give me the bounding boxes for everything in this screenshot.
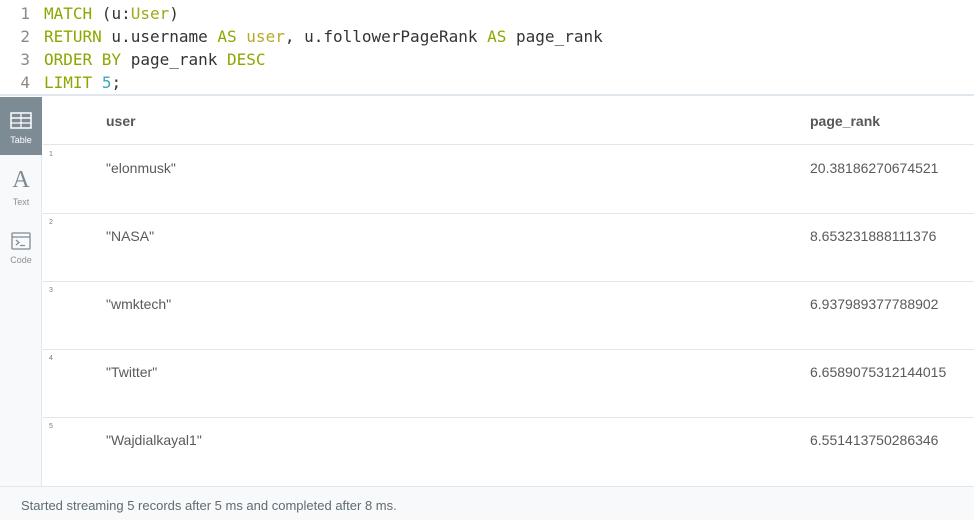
table-row: 5 "Wajdialkayal1" 6.551413750286346	[43, 418, 974, 486]
table-view-button[interactable]: Table	[0, 97, 42, 155]
cell-page-rank: 6.937989377788902	[810, 296, 939, 312]
code-token: 5	[101, 73, 112, 92]
line-number: 4	[20, 73, 30, 92]
status-message: Started streaming 5 records after 5 ms a…	[21, 498, 397, 513]
query-editor[interactable]: 1 MATCH (u:User) 2 RETURN u.username AS use…	[0, 0, 974, 94]
row-number: 2	[49, 219, 53, 226]
table-view-label: Table	[10, 135, 32, 145]
cell-page-rank: 20.38186270674521	[810, 160, 939, 176]
table-row: 2 "NASA" 8.653231888111376	[43, 214, 974, 282]
row-number: 5	[49, 423, 53, 430]
status-bar: Started streaming 5 records after 5 ms a…	[0, 487, 974, 520]
code-line[interactable]: 2 RETURN u.username AS user, u.followerPa…	[0, 25, 974, 48]
code-token: AS	[217, 27, 237, 46]
cell-user: "NASA"	[106, 228, 155, 244]
text-view-label: Text	[12, 197, 30, 207]
code-view-label: Code	[10, 255, 32, 265]
line-number: 2	[20, 27, 30, 46]
code-token: u.username	[101, 27, 218, 46]
code-token: , u.followerPageRank	[284, 27, 488, 46]
table-row: 1 "elonmusk" 20.38186270674521	[43, 146, 974, 214]
text-icon: A	[12, 167, 30, 193]
code-token: User	[130, 4, 170, 23]
code-line[interactable]: 1 MATCH (u:User)	[0, 2, 974, 25]
code-token: user	[246, 27, 285, 46]
row-number: 3	[49, 287, 53, 294]
code-token: page_rank	[121, 50, 228, 69]
cell-user: "Wajdialkayal1"	[106, 432, 202, 448]
code-token: MATCH	[44, 4, 93, 23]
code-text: LIMIT 5;	[44, 71, 121, 94]
cell-page-rank: 8.653231888111376	[810, 228, 937, 244]
table-row: 4 "Twitter" 6.6589075312144015	[43, 350, 974, 418]
line-number: 1	[20, 4, 30, 23]
cell-page-rank: 6.551413750286346	[810, 432, 939, 448]
row-number: 4	[49, 355, 53, 362]
code-token: ORDER BY	[44, 50, 122, 69]
code-token: DESC	[227, 50, 266, 69]
code-text: MATCH (u:User)	[44, 2, 179, 25]
column-header-user[interactable]: user	[106, 113, 136, 129]
line-number: 3	[20, 50, 30, 69]
code-token: )	[169, 4, 179, 23]
code-token: (u:	[92, 4, 131, 23]
code-token: RETURN	[44, 27, 102, 46]
code-line[interactable]: 4 LIMIT 5;	[0, 71, 974, 94]
view-switcher: Table A Text Code	[0, 97, 42, 486]
code-text: ORDER BY page_rank DESC	[44, 48, 266, 71]
editor-divider	[0, 94, 974, 96]
code-token: ;	[111, 73, 122, 92]
code-view-button[interactable]: Code	[0, 217, 42, 275]
code-text: RETURN u.username AS user, u.followerPag…	[44, 25, 603, 48]
cell-user: "Twitter"	[106, 364, 158, 380]
table-row: 3 "wmktech" 6.937989377788902	[43, 282, 974, 350]
code-token: AS	[487, 27, 507, 46]
cell-page-rank: 6.6589075312144015	[810, 364, 947, 380]
table-icon	[10, 112, 32, 129]
cell-user: "wmktech"	[106, 296, 172, 312]
code-token: page_rank	[506, 27, 603, 46]
table-header: user page_rank	[43, 97, 974, 145]
cell-user: "elonmusk"	[106, 160, 176, 176]
row-number: 1	[49, 151, 53, 158]
code-token: LIMIT	[44, 73, 93, 92]
code-line[interactable]: 3 ORDER BY page_rank DESC	[0, 48, 974, 71]
column-header-page-rank[interactable]: page_rank	[810, 113, 880, 129]
text-view-button[interactable]: A Text	[0, 159, 42, 217]
code-icon	[11, 232, 31, 250]
result-table: user page_rank 1 "elonmusk" 20.381862706…	[43, 97, 974, 486]
